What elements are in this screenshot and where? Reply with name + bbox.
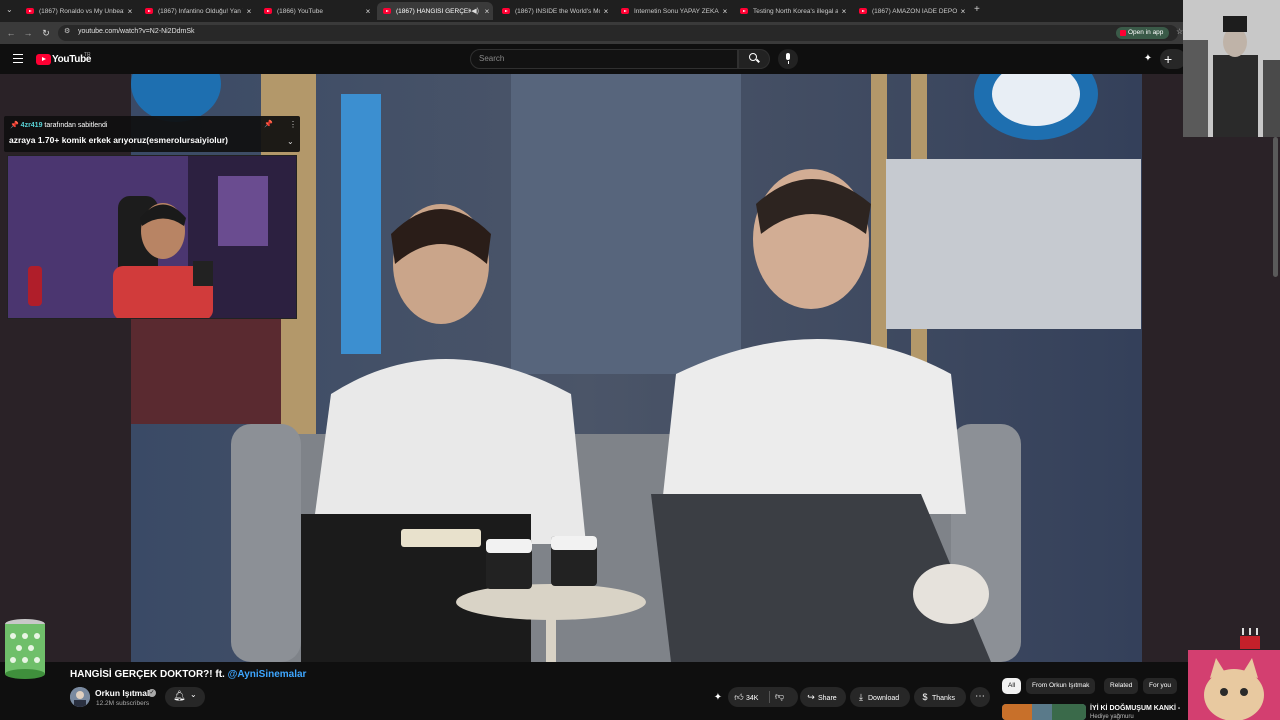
- channel-name[interactable]: Orkun Işıtmak: [95, 688, 152, 698]
- dislike-button[interactable]: 👎︎: [775, 691, 784, 702]
- recommended-video-subtitle: Hediye yağmuru: [1090, 714, 1134, 720]
- subscriber-count: 12.2M subscribers: [96, 700, 150, 707]
- youtube-favicon-icon: [621, 8, 629, 14]
- stream-background-right: [1142, 74, 1280, 662]
- bell-icon: 🔔︎: [173, 691, 186, 702]
- pinned-message: azraya 1.70+ komik erkek arıyoruz(esmero…: [9, 135, 228, 145]
- browser-tab[interactable]: (1867) Ronaldo vs My Unbeate ×: [20, 2, 136, 20]
- sparkle-icon[interactable]: ✦: [1142, 53, 1154, 65]
- pinned-by-line: 📌 4zr419 tarafından sabitlendi: [10, 121, 107, 129]
- like-divider: [769, 691, 770, 703]
- new-tab-button[interactable]: +: [974, 4, 980, 15]
- verified-check-icon: ✓: [148, 689, 156, 697]
- video-title-text: HANGİSİ GERÇEK DOKTOR?! ft.: [70, 669, 228, 680]
- more-actions-icon[interactable]: ⋯: [970, 687, 990, 707]
- pin-small-icon: 📌: [10, 122, 19, 129]
- chip-from-channel[interactable]: From Orkun Işıtmak: [1026, 678, 1096, 694]
- youtube-favicon-icon: [264, 8, 272, 14]
- tab-close-icon[interactable]: ×: [957, 7, 969, 16]
- decorative-cup-overlay: [4, 618, 46, 680]
- video-title: HANGİSİ GERÇEK DOKTOR?! ft. @AyniSinemal…: [70, 669, 306, 680]
- youtube-favicon-icon: [859, 8, 867, 14]
- menu-icon[interactable]: [13, 54, 23, 63]
- share-arrow-icon: ↪: [807, 692, 815, 702]
- tab-list-chevron-icon[interactable]: ⌄: [6, 5, 13, 14]
- streamer-webcam: [7, 155, 297, 319]
- like-button[interactable]: 👍︎ 34K: [728, 687, 798, 707]
- browser-tab[interactable]: İnternetin Sonu YAPAY ZEKA O ×: [615, 2, 731, 20]
- page-scrollbar[interactable]: [1273, 137, 1278, 277]
- chevron-down-icon: ⌄: [190, 690, 197, 699]
- cat-illustration: [1188, 650, 1280, 720]
- back-arrow-icon[interactable]: ←: [4, 26, 18, 40]
- search-placeholder: Search: [479, 54, 505, 63]
- microphone-icon: [786, 53, 790, 64]
- recommended-video-title[interactable]: İYİ Kİ DOĞMUŞUM KANKİ -: [1090, 705, 1180, 712]
- youtube-favicon-icon: [145, 8, 153, 14]
- url-text[interactable]: youtube.com/watch?v=N2-Ni2DdmSk: [78, 28, 195, 35]
- thanks-label: Thanks: [932, 695, 955, 702]
- thanks-button[interactable]: $ Thanks: [914, 687, 966, 707]
- cat-video-overlay: [1188, 650, 1280, 720]
- tab-close-icon[interactable]: ×: [838, 7, 850, 16]
- forward-arrow-icon[interactable]: →: [21, 26, 35, 40]
- pin-suffix: tarafından sabitlendi: [42, 122, 108, 129]
- browser-tab[interactable]: (1867) INSIDE the World's Mor ×: [496, 2, 612, 20]
- audio-playing-icon[interactable]: ◀): [471, 7, 479, 15]
- tab-close-icon[interactable]: ×: [481, 7, 493, 16]
- thumbs-up-icon: 👍︎: [734, 692, 744, 702]
- pin-username: 4zr419: [20, 122, 43, 129]
- pin-icon: 📌: [264, 121, 273, 128]
- chip-all[interactable]: All: [1002, 678, 1022, 694]
- tab-close-icon[interactable]: ×: [719, 7, 731, 16]
- browser-tab[interactable]: (1866) YouTube ×: [258, 2, 374, 20]
- browser-tab-strip: ⌄ (1867) Ronaldo vs My Unbeate × (1867) I…: [0, 0, 1280, 22]
- download-button[interactable]: ⤓ Download: [850, 687, 910, 707]
- address-bar-row: ← → ↻ ⚙ youtube.com/watch?v=N2-Ni2DdmSk …: [0, 22, 1280, 44]
- tab-close-icon[interactable]: ×: [600, 7, 612, 16]
- browser-tab[interactable]: (1867) AMAZON İADE DEPOSU ×: [853, 2, 969, 20]
- open-in-app-button[interactable]: Open in app: [1116, 27, 1170, 39]
- youtube-favicon-icon: [383, 8, 391, 14]
- browser-tab[interactable]: (1867) Infantino Olduğu! Yan Yan×: [139, 2, 255, 20]
- reload-icon[interactable]: ↻: [39, 26, 53, 40]
- download-label: Download: [868, 695, 900, 702]
- browser-tab[interactable]: Testing North Korea's illegal ar ×: [734, 2, 850, 20]
- search-input[interactable]: [470, 49, 738, 69]
- youtube-favicon-icon: [26, 8, 34, 14]
- cup-illustration: [5, 619, 45, 679]
- search-icon: [749, 53, 757, 61]
- more-vert-icon: ⋮: [289, 120, 297, 129]
- sparkle-ask-icon[interactable]: ✦: [710, 690, 726, 706]
- tab-close-icon[interactable]: ×: [243, 7, 255, 16]
- chevron-down-icon: ⌄: [287, 137, 294, 146]
- historic-photo-overlay: [1183, 0, 1280, 137]
- chip-related[interactable]: Related: [1104, 678, 1139, 694]
- webcam-illustration: [8, 156, 296, 318]
- title-mention-link[interactable]: @AyniSinemalar: [228, 669, 307, 680]
- donation-badge-icon: [1238, 628, 1262, 650]
- browser-tab-active[interactable]: (1867) HANGİSİ GERÇEK D ◀) ×: [377, 2, 493, 20]
- channel-avatar[interactable]: [70, 687, 90, 707]
- like-count: 34K: [746, 695, 759, 702]
- site-info-icon[interactable]: ⚙: [64, 27, 70, 35]
- share-button[interactable]: ↪ Share: [800, 687, 846, 707]
- youtube-favicon-icon: [502, 8, 510, 14]
- recommended-video-thumbnail[interactable]: [1002, 704, 1086, 720]
- youtube-logo-icon[interactable]: [36, 54, 51, 65]
- tab-close-icon[interactable]: ×: [362, 7, 374, 16]
- address-bar[interactable]: [58, 25, 1178, 41]
- chip-for-you[interactable]: For you: [1143, 678, 1178, 694]
- region-code: TR: [84, 52, 91, 58]
- share-label: Share: [818, 695, 837, 702]
- youtube-favicon-icon: [740, 8, 748, 14]
- download-icon: ⤓: [859, 692, 863, 702]
- tab-close-icon[interactable]: ×: [124, 7, 136, 16]
- thanks-icon: $: [922, 692, 928, 702]
- photo-illustration: [1183, 0, 1280, 137]
